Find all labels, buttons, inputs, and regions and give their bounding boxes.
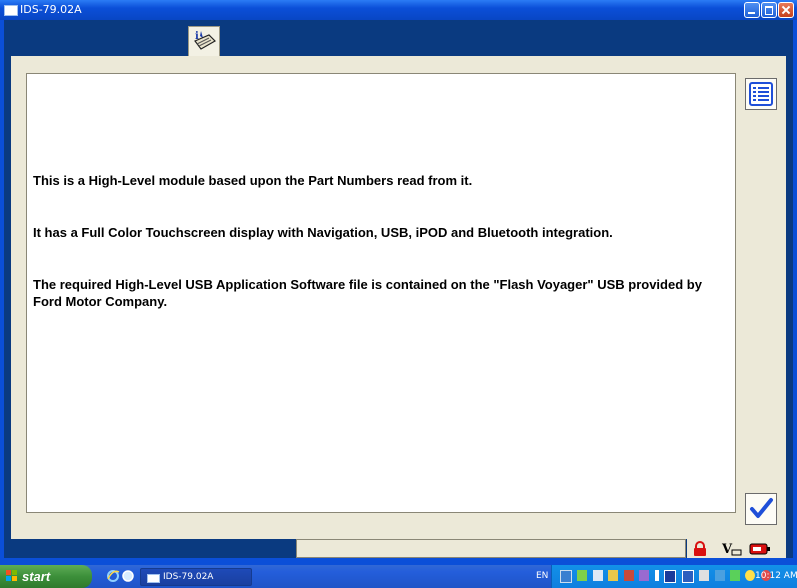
status-field (296, 539, 686, 558)
module-info-tab[interactable]: i (188, 26, 220, 56)
connection-icon[interactable] (608, 570, 619, 581)
window-titlebar[interactable]: IDS-79.02A (0, 0, 797, 20)
language-indicator[interactable]: EN (536, 571, 548, 581)
window-border-bottom (0, 558, 797, 565)
app-window-icon (4, 5, 18, 16)
help-icon[interactable] (745, 570, 756, 581)
windows-flag-icon (6, 570, 17, 581)
status-icons: V (687, 539, 786, 558)
main-panel: This is a High-Level module based upon t… (11, 56, 786, 539)
clock[interactable]: 10:12 AM (755, 571, 797, 581)
device-icon[interactable] (639, 570, 650, 581)
ie-icon[interactable] (106, 569, 120, 583)
usb-icon[interactable] (654, 570, 659, 581)
battery-icon[interactable] (749, 541, 771, 557)
taskbar: start IDS-79.02A EN 10:12 AM (0, 565, 797, 588)
system-tray: 10:12 AM (551, 565, 797, 588)
maximize-button[interactable] (761, 2, 777, 18)
ie-alt-icon[interactable] (121, 569, 135, 583)
list-icon (749, 82, 773, 106)
taskbar-item-ids[interactable]: IDS-79.02A (140, 568, 252, 586)
checkmark-icon (750, 498, 773, 518)
hardware-icon[interactable] (699, 570, 710, 581)
status-icon[interactable] (577, 570, 588, 581)
start-label: start (22, 569, 51, 584)
display-icon[interactable] (664, 570, 677, 583)
close-button[interactable] (778, 2, 794, 18)
bluetooth-icon[interactable] (729, 570, 740, 581)
connection-alt-icon[interactable] (623, 570, 634, 581)
list-button[interactable] (745, 78, 777, 110)
status-bar: V (11, 539, 786, 558)
lock-icon[interactable] (693, 541, 707, 557)
window-title: IDS-79.02A (20, 3, 82, 16)
vehicle-voltage-icon[interactable]: V (721, 541, 743, 557)
network-icon[interactable] (560, 570, 572, 583)
window-border-left (0, 20, 11, 558)
tray-icons (560, 570, 772, 588)
message-area: This is a High-Level module based upon t… (26, 73, 736, 513)
window-border-right (786, 20, 797, 558)
minimize-button[interactable] (744, 2, 760, 18)
module-info-icon: i (194, 31, 216, 50)
message-paragraph: It has a Full Color Touchscreen display … (33, 225, 613, 240)
window-icon[interactable] (681, 570, 694, 583)
app-frame: i This is a High-Level module based upon… (11, 20, 786, 558)
message-paragraph: The required High-Level USB Application … (33, 277, 702, 309)
message-paragraph: This is a High-Level module based upon t… (33, 173, 473, 188)
taskbar-item-label: IDS-79.02A (163, 572, 214, 582)
start-button[interactable]: start (0, 565, 92, 588)
speaker-icon[interactable] (714, 570, 725, 581)
svg-text:V: V (721, 542, 733, 557)
confirm-button[interactable] (745, 493, 777, 525)
monitor-icon[interactable] (592, 570, 603, 581)
app-window-icon (147, 574, 160, 583)
